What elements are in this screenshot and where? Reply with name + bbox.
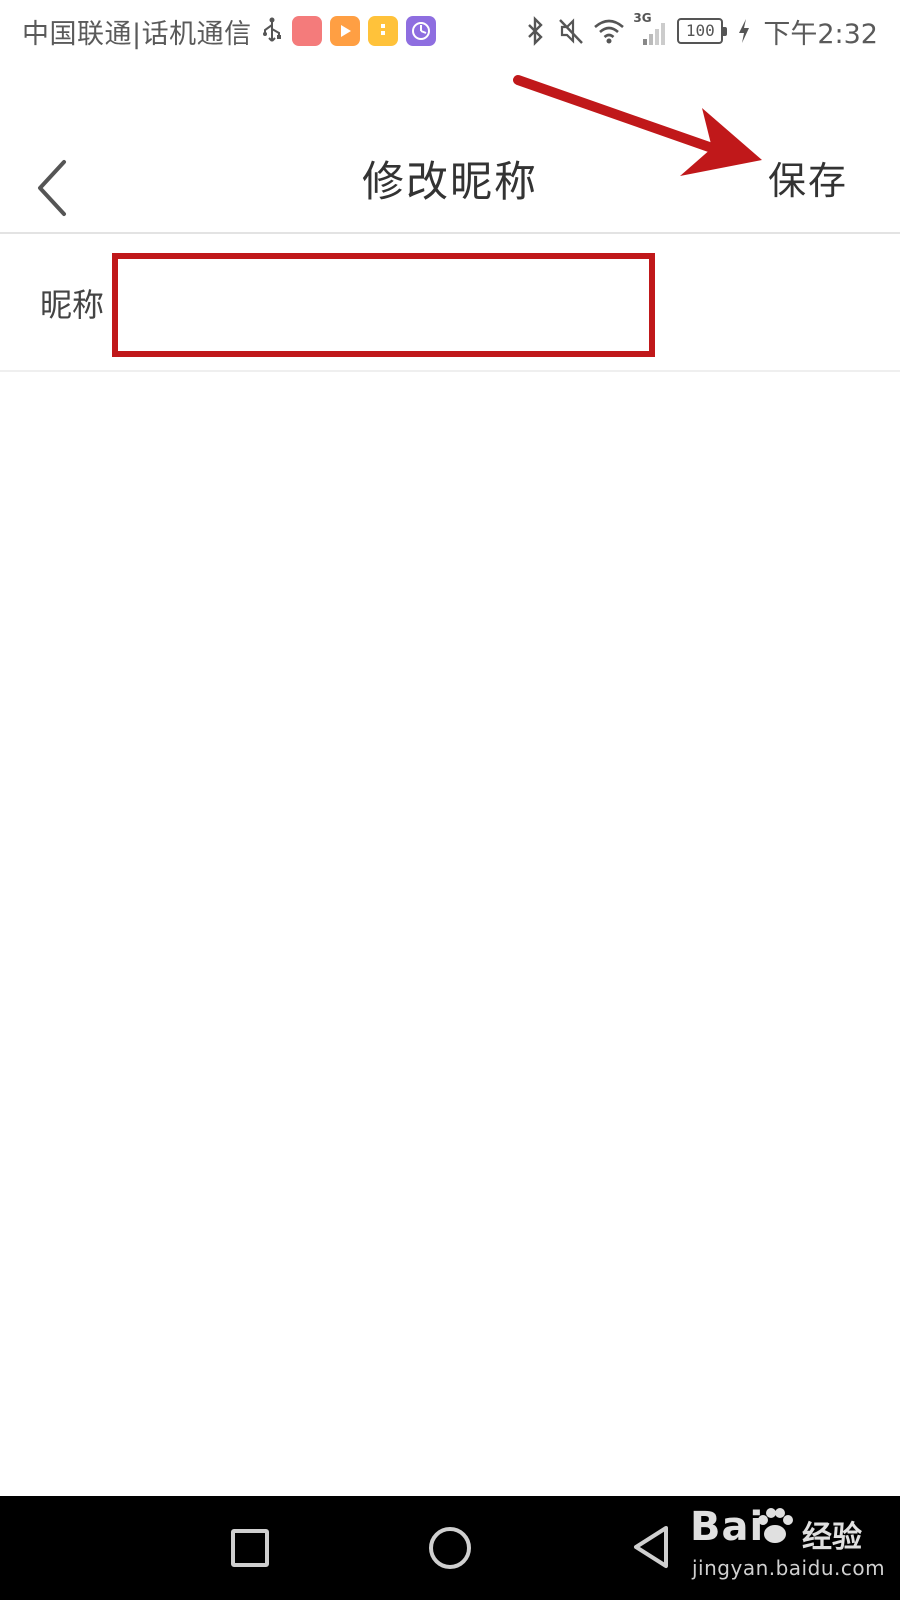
- back-triangle-icon[interactable]: [630, 1524, 672, 1570]
- nickname-label: 昵称: [40, 286, 105, 324]
- huawei-store-icon: [291, 16, 322, 46]
- signal-bars-icon: [643, 23, 666, 45]
- mute-icon: [559, 18, 584, 44]
- recent-apps-icon[interactable]: [231, 1529, 269, 1567]
- watermark-url: jingyan.baidu.com: [692, 1556, 886, 1580]
- nickname-input[interactable]: [130, 264, 630, 334]
- baidu-jingyan-watermark: Bai 经验 jingyan.baidu.com: [690, 1504, 890, 1594]
- status-right: 3G 100 下午2:32: [521, 11, 878, 51]
- home-icon[interactable]: [429, 1527, 471, 1569]
- row-divider: [0, 370, 900, 372]
- clock-app-icon: [405, 16, 436, 46]
- status-time: 下午2:32: [763, 18, 878, 50]
- app-header: 修改昵称 保存: [0, 120, 900, 232]
- bluetooth-icon: [528, 16, 544, 46]
- battery-indicator: 100: [677, 18, 728, 44]
- carrier-label: 中国联通|话机通信: [22, 18, 252, 50]
- video-app-icon: [329, 16, 360, 46]
- usb-icon: [262, 17, 281, 42]
- status-left: 中国联通|话机通信: [22, 12, 436, 51]
- save-button[interactable]: 保存: [768, 150, 848, 205]
- cellular-signal: 3G: [633, 11, 669, 47]
- watermark-brand: 经验: [802, 1520, 862, 1555]
- page-title: 修改昵称: [361, 157, 538, 206]
- files-app-icon: [367, 16, 398, 46]
- status-bar: 中国联通|话机通信 3G 100 下午2:32: [0, 0, 900, 62]
- wifi-icon: [594, 19, 625, 44]
- nickname-row: 昵称: [0, 234, 900, 372]
- charging-icon: [739, 19, 750, 43]
- baidu-paw-icon: [758, 1508, 793, 1543]
